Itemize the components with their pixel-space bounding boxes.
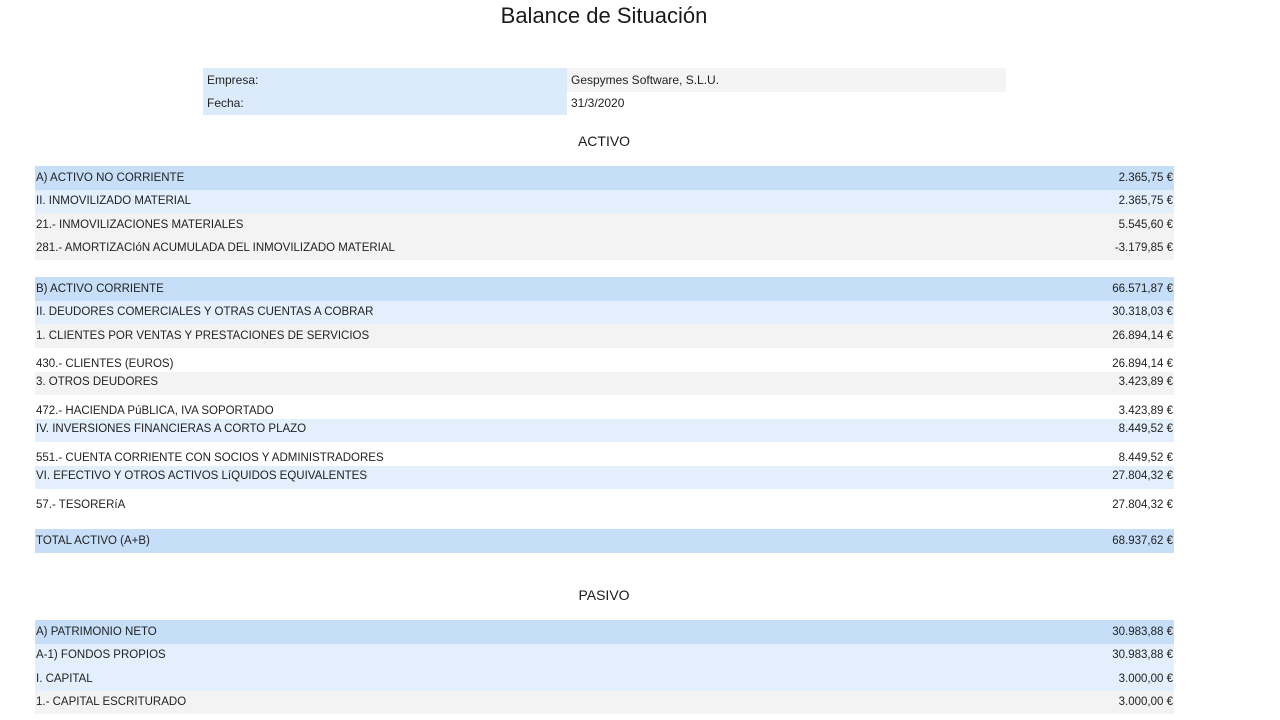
- row-concept: 57.- TESORERíA: [35, 489, 1008, 520]
- row-concept: 551.- CUENTA CORRIENTE CON SOCIOS Y ADMI…: [35, 442, 1008, 466]
- table-row-total: TOTAL ACTIVO (A+B) 68.937,62 €: [35, 529, 1174, 553]
- activo-table: A) ACTIVO NO CORRIENTE 2.365,75 € II. IN…: [35, 166, 1174, 553]
- row-concept: 281.- AMORTIZACIóN ACUMULADA DEL INMOVIL…: [35, 236, 1008, 260]
- row-amount: 30.983,88 €: [843, 620, 1174, 644]
- table-row: 472.- HACIENDA PúBLICA, IVA SOPORTADO 3.…: [35, 395, 1174, 419]
- row-concept: 430.- CLIENTES (EUROS): [35, 347, 1008, 372]
- row-amount: 3.423,89 €: [1007, 371, 1174, 395]
- table-row: II. INMOVILIZADO MATERIAL 2.365,75 €: [35, 189, 1174, 213]
- row-amount: -3.179,85 €: [1007, 236, 1174, 260]
- row-amount: 68.937,62 €: [1007, 529, 1174, 553]
- row-concept: B) ACTIVO CORRIENTE: [35, 277, 1008, 301]
- company-info-table: Empresa: Gespymes Software, S.L.U. Fecha…: [203, 68, 1006, 115]
- table-row: 3. OTROS DEUDORES 3.423,89 €: [35, 371, 1174, 395]
- table-row: IV. INVERSIONES FINANCIERAS A CORTO PLAZ…: [35, 418, 1174, 442]
- table-row: 1.- CAPITAL ESCRITURADO 3.000,00 €: [35, 690, 1174, 714]
- row-concept: A) ACTIVO NO CORRIENTE: [35, 166, 1008, 190]
- row-concept: 21.- INMOVILIZACIONES MATERIALES: [35, 213, 1008, 237]
- row-amount: 8.449,52 €: [1007, 442, 1174, 466]
- page-title: Balance de Situación: [500, 3, 708, 28]
- row-concept: I. CAPITAL: [35, 667, 844, 691]
- row-concept: TOTAL ACTIVO (A+B): [35, 529, 1008, 553]
- row-concept: 472.- HACIENDA PúBLICA, IVA SOPORTADO: [35, 395, 1008, 419]
- row-concept: IV. INVERSIONES FINANCIERAS A CORTO PLAZ…: [35, 418, 1008, 442]
- info-row-company: Empresa: Gespymes Software, S.L.U.: [203, 68, 1006, 92]
- row-amount: 30.983,88 €: [843, 643, 1174, 667]
- table-row: B) ACTIVO CORRIENTE 66.571,87 €: [35, 277, 1174, 301]
- table-spacer: [35, 260, 1174, 277]
- row-concept: 3. OTROS DEUDORES: [35, 371, 1008, 395]
- row-concept: II. DEUDORES COMERCIALES Y OTRAS CUENTAS…: [35, 300, 1008, 324]
- row-concept: 1. CLIENTES POR VENTAS Y PRESTACIONES DE…: [35, 324, 1008, 348]
- table-row: VI. EFECTIVO Y OTROS ACTIVOS LíQUIDOS EQ…: [35, 465, 1174, 489]
- table-row: 551.- CUENTA CORRIENTE CON SOCIOS Y ADMI…: [35, 442, 1174, 466]
- row-amount: 2.365,75 €: [1007, 166, 1174, 190]
- row-amount: 30.318,03 €: [1007, 300, 1174, 324]
- info-label: Empresa:: [203, 68, 567, 92]
- table-row: I. CAPITAL 3.000,00 €: [35, 667, 1174, 691]
- row-amount: 8.449,52 €: [1007, 418, 1174, 442]
- info-row-date: Fecha: 31/3/2020: [203, 91, 1006, 115]
- info-value: 31/3/2020: [567, 91, 1006, 115]
- row-amount: 3.000,00 €: [843, 667, 1174, 691]
- row-amount: 3.000,00 €: [843, 690, 1174, 714]
- table-row: 1. CLIENTES POR VENTAS Y PRESTACIONES DE…: [35, 324, 1174, 348]
- table-row: II. DEUDORES COMERCIALES Y OTRAS CUENTAS…: [35, 300, 1174, 324]
- row-concept: 1.- CAPITAL ESCRITURADO: [35, 690, 844, 714]
- row-amount: 26.894,14 €: [1007, 324, 1174, 348]
- table-row: A) ACTIVO NO CORRIENTE 2.365,75 €: [35, 166, 1174, 190]
- table-row: 281.- AMORTIZACIóN ACUMULADA DEL INMOVIL…: [35, 236, 1174, 260]
- table-row: A-1) FONDOS PROPIOS 30.983,88 €: [35, 643, 1174, 667]
- info-value: Gespymes Software, S.L.U.: [567, 68, 1006, 92]
- table-row: 430.- CLIENTES (EUROS) 26.894,14 €: [35, 347, 1174, 372]
- section-title-activo: ACTIVO: [577, 133, 631, 149]
- pasivo-table: A) PATRIMONIO NETO 30.983,88 € A-1) FOND…: [35, 620, 1174, 714]
- info-label: Fecha:: [203, 91, 567, 115]
- table-row: 21.- INMOVILIZACIONES MATERIALES 5.545,6…: [35, 213, 1174, 237]
- table-row: A) PATRIMONIO NETO 30.983,88 €: [35, 620, 1174, 644]
- row-concept: II. INMOVILIZADO MATERIAL: [35, 189, 1008, 213]
- row-concept: A) PATRIMONIO NETO: [35, 620, 844, 644]
- row-amount: 5.545,60 €: [1007, 213, 1174, 237]
- row-amount: 3.423,89 €: [1007, 395, 1174, 419]
- row-amount: 27.804,32 €: [1007, 489, 1174, 520]
- table-row: 57.- TESORERíA 27.804,32 €: [35, 489, 1174, 520]
- row-amount: 26.894,14 €: [1007, 347, 1174, 372]
- table-spacer: [35, 520, 1174, 529]
- row-concept: VI. EFECTIVO Y OTROS ACTIVOS LíQUIDOS EQ…: [35, 465, 1008, 489]
- row-concept: A-1) FONDOS PROPIOS: [35, 643, 844, 667]
- row-amount: 66.571,87 €: [1007, 277, 1174, 301]
- row-amount: 27.804,32 €: [1007, 465, 1174, 489]
- row-amount: 2.365,75 €: [1007, 189, 1174, 213]
- section-title-pasivo: PASIVO: [578, 587, 630, 603]
